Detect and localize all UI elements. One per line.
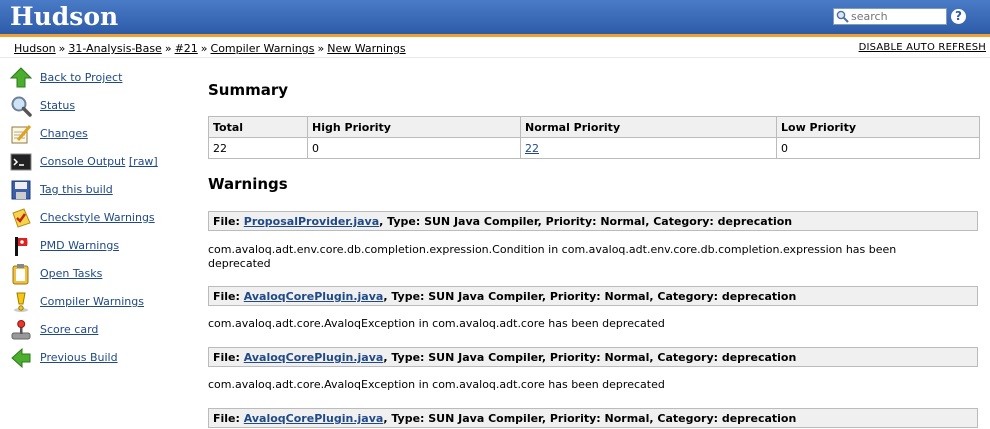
total-count: 22: [208, 137, 308, 159]
breadcrumb-bar: Hudson» 31-Analysis-Base» #21» Compiler War…: [0, 37, 990, 58]
summary-title: Summary: [208, 81, 289, 99]
warning-message: com.avaloq.adt.env.core.db.completion.ex…: [208, 243, 897, 270]
breadcrumb-compiler-warnings[interactable]: Compiler Warnings: [211, 42, 315, 55]
breadcrumb-build[interactable]: #21: [175, 42, 198, 55]
column-header: Low Priority: [776, 116, 980, 138]
summary-table: Total High Priority Normal Priority Low …: [208, 116, 980, 159]
help-icon[interactable]: ?: [951, 9, 966, 24]
clipboard-icon: [12, 264, 29, 285]
search-icon: [836, 10, 849, 23]
sidebar-item-label[interactable]: Back to Project: [40, 71, 122, 84]
console-raw-link[interactable]: [raw]: [129, 155, 158, 168]
warning-details: , Type: SUN Java Compiler, Priority: Nor…: [383, 290, 797, 303]
high-priority-count: 0: [307, 137, 521, 159]
sidebar-item-label[interactable]: PMD Warnings: [40, 239, 119, 252]
breadcrumb-separator: »: [164, 42, 172, 55]
sidebar-item-label[interactable]: Tag this build: [40, 183, 113, 196]
sidebar-item-label[interactable]: Previous Build: [40, 351, 118, 364]
breadcrumb-project[interactable]: 31-Analysis-Base: [68, 42, 161, 55]
notepad-icon: [11, 125, 32, 144]
warning-header: File: AvaloqCorePlugin.java, Type: SUN J…: [208, 408, 978, 428]
warning-message: com.avaloq.adt.core.AvaloqException in c…: [208, 378, 665, 391]
breadcrumb-separator: »: [58, 42, 66, 55]
warning-header: File: AvaloqCorePlugin.java, Type: SUN J…: [208, 347, 978, 367]
breadcrumb: Hudson» 31-Analysis-Base» #21» Compiler War…: [14, 42, 406, 55]
column-header: Total: [208, 116, 308, 138]
file-prefix: File:: [213, 412, 240, 425]
breadcrumb-separator: »: [317, 42, 325, 55]
breadcrumb-separator: »: [200, 42, 208, 55]
left-arrow-icon: [11, 347, 31, 369]
search-box[interactable]: [833, 8, 947, 25]
warning-message: com.avaloq.adt.core.AvaloqException in c…: [208, 317, 665, 330]
floppy-icon: [11, 180, 31, 200]
column-header: High Priority: [307, 116, 521, 138]
sidebar-item-label[interactable]: Status: [40, 99, 75, 112]
warning-header: File: ProposalProvider.java, Type: SUN J…: [208, 211, 978, 231]
sidebar-item-label[interactable]: Console Output: [40, 155, 125, 168]
terminal-icon: [10, 153, 32, 171]
warning-details: , Type: SUN Java Compiler, Priority: Nor…: [379, 215, 793, 228]
low-priority-count: 0: [776, 137, 980, 159]
warning-file-link[interactable]: AvaloqCorePlugin.java: [244, 290, 384, 303]
up-arrow-icon: [10, 67, 32, 88]
sidebar-item-label[interactable]: Open Tasks: [40, 267, 102, 280]
normal-priority-cell: 22: [520, 137, 777, 159]
hudson-logo[interactable]: Hudson: [10, 0, 118, 33]
search-input[interactable]: [851, 9, 943, 24]
sidebar-item-label[interactable]: Compiler Warnings: [40, 295, 144, 308]
warnings-title: Warnings: [208, 175, 288, 193]
column-header: Normal Priority: [520, 116, 777, 138]
warning-header: File: AvaloqCorePlugin.java, Type: SUN J…: [208, 286, 978, 306]
file-prefix: File:: [213, 215, 240, 228]
warning-file-link[interactable]: AvaloqCorePlugin.java: [244, 351, 384, 364]
sidebar-item-label[interactable]: Checkstyle Warnings: [40, 211, 155, 224]
top-header: Hudson ?: [0, 0, 990, 34]
table-header-row: Total High Priority Normal Priority Low …: [208, 116, 980, 138]
file-prefix: File:: [213, 290, 240, 303]
warning-details: , Type: SUN Java Compiler, Priority: Nor…: [383, 351, 797, 364]
pmd-icon: [15, 237, 28, 256]
table-row: 22 0 22 0: [208, 137, 980, 159]
magnifier-icon: [11, 96, 32, 117]
disable-auto-refresh-link[interactable]: DISABLE AUTO REFRESH: [859, 42, 986, 53]
normal-priority-link[interactable]: 22: [525, 142, 539, 155]
checkstyle-icon: [12, 208, 31, 228]
joystick-icon: [11, 320, 31, 340]
warning-icon: [14, 292, 28, 312]
warning-details: , Type: SUN Java Compiler, Priority: Nor…: [383, 412, 797, 425]
breadcrumb-hudson[interactable]: Hudson: [14, 42, 56, 55]
warning-file-link[interactable]: AvaloqCorePlugin.java: [244, 412, 384, 425]
warning-file-link[interactable]: ProposalProvider.java: [244, 215, 379, 228]
file-prefix: File:: [213, 351, 240, 364]
sidebar-item-label[interactable]: Changes: [40, 127, 88, 140]
sidebar-item-label[interactable]: Score card: [40, 323, 98, 336]
breadcrumb-new-warnings[interactable]: New Warnings: [327, 42, 405, 55]
